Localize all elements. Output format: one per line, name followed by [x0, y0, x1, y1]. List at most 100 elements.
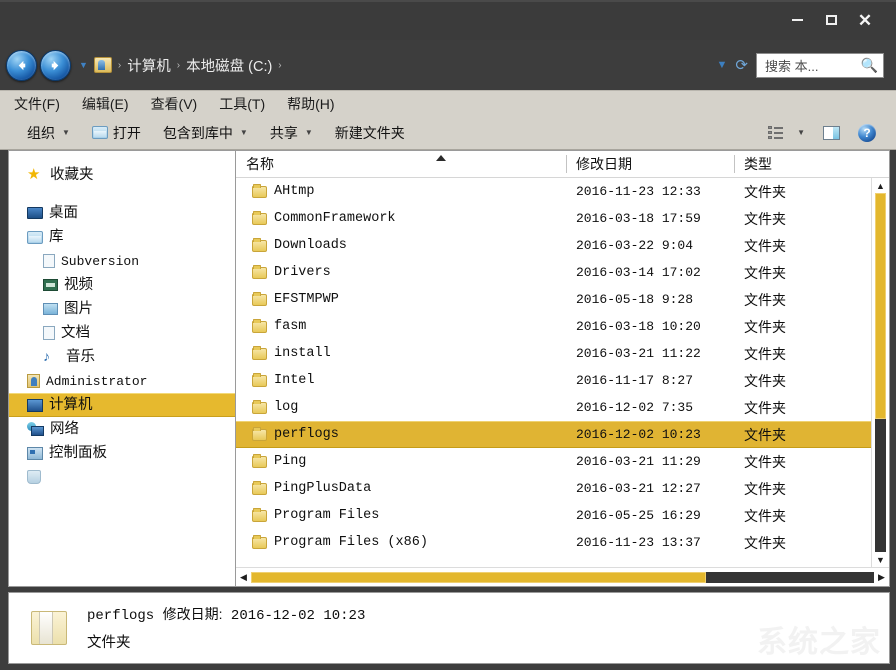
- table-row[interactable]: AHtmp2016-11-23 12:33文件夹: [236, 178, 889, 205]
- organize-button[interactable]: 组织 ▼: [16, 120, 81, 146]
- preview-pane-button[interactable]: [815, 120, 848, 146]
- column-header-name[interactable]: 名称: [236, 151, 566, 177]
- refresh-icon[interactable]: ⟳: [735, 56, 748, 74]
- folder-icon: [252, 213, 267, 225]
- history-dropdown-icon[interactable]: ▼: [79, 60, 88, 70]
- sidebar-item-视频[interactable]: 视频: [9, 273, 235, 297]
- address-bar-right: ▼ ⟳ 搜索 本... 🔍: [717, 53, 884, 78]
- recycle-bin-icon: [27, 470, 41, 484]
- chevron-down-icon[interactable]: ▼: [717, 59, 728, 71]
- file-type-cell: 文件夹: [734, 533, 889, 553]
- column-header-type[interactable]: 类型: [734, 151, 889, 177]
- sidebar-item-label: Subversion: [61, 255, 139, 268]
- sidebar-item-收藏夹[interactable]: ★收藏夹: [9, 163, 235, 187]
- new-folder-label: 新建文件夹: [335, 123, 405, 143]
- sidebar-item-桌面[interactable]: 桌面: [9, 201, 235, 225]
- window-body: ★收藏夹桌面库 Subversion 视频图片文档♪音乐Administrator计…: [0, 150, 896, 587]
- sidebar-item-label: 桌面: [49, 206, 78, 221]
- home-folder-icon: [94, 57, 112, 73]
- close-button[interactable]: ✕: [848, 7, 882, 33]
- sidebar-item-图片[interactable]: 图片: [9, 297, 235, 321]
- horizontal-scrollbar[interactable]: ◀ ▶: [236, 567, 889, 586]
- library-folder-icon: [27, 231, 43, 244]
- sidebar-item-文档[interactable]: 文档: [9, 321, 235, 345]
- table-row[interactable]: Drivers2016-03-14 17:02文件夹: [236, 259, 889, 286]
- table-row[interactable]: EFSTMPWP2016-05-18 9:28文件夹: [236, 286, 889, 313]
- file-name-cell: log: [236, 400, 566, 415]
- sidebar-item-音乐[interactable]: ♪音乐: [9, 345, 235, 369]
- tool-bar: 组织 ▼ 打开 包含到库中 ▼ 共享 ▼ 新建文件夹 ▼: [0, 116, 896, 150]
- search-input[interactable]: 搜索 本... 🔍: [756, 53, 884, 78]
- menu-item-help[interactable]: 帮助(H): [287, 94, 334, 114]
- breadcrumb-item-computer[interactable]: 计算机: [127, 55, 171, 76]
- column-header-date[interactable]: 修改日期: [566, 151, 734, 177]
- file-list-pane: 名称 修改日期 类型 AHtmp2016-11-23 12:33文件夹Commo…: [235, 150, 890, 587]
- breadcrumb[interactable]: › 计算机 › 本地磁盘 (C:) ›: [92, 50, 717, 80]
- file-type-cell: 文件夹: [734, 398, 889, 418]
- forward-button[interactable]: [40, 50, 71, 81]
- help-button[interactable]: ?: [852, 120, 882, 146]
- file-name-label: AHtmp: [274, 184, 315, 199]
- horizontal-scroll-thumb[interactable]: [251, 572, 706, 583]
- menu-item-edit[interactable]: 编辑(E): [82, 94, 129, 114]
- scroll-left-arrow-icon[interactable]: ◀: [236, 572, 251, 583]
- user-folder-icon: [27, 374, 40, 388]
- breadcrumb-separator-trailing[interactable]: ›: [274, 60, 285, 71]
- help-icon: ?: [858, 124, 876, 142]
- file-type-cell: 文件夹: [734, 209, 889, 229]
- sidebar-item-网络[interactable]: 网络: [9, 417, 235, 441]
- breadcrumb-item-local-disk[interactable]: 本地磁盘 (C:): [186, 55, 272, 76]
- table-row[interactable]: Downloads2016-03-22 9:04文件夹: [236, 232, 889, 259]
- minimize-button[interactable]: [780, 7, 814, 33]
- maximize-button[interactable]: [814, 7, 848, 33]
- back-button[interactable]: [6, 50, 37, 81]
- sidebar-item-label: 网络: [50, 422, 79, 437]
- vertical-scroll-track[interactable]: [875, 193, 886, 552]
- video-icon: [43, 279, 58, 291]
- horizontal-scroll-track[interactable]: [251, 572, 874, 583]
- table-row[interactable]: fasm2016-03-18 10:20文件夹: [236, 313, 889, 340]
- share-button[interactable]: 共享 ▼: [259, 120, 324, 146]
- table-row[interactable]: Ping2016-03-21 11:29文件夹: [236, 448, 889, 475]
- file-type-cell: 文件夹: [734, 479, 889, 499]
- vertical-scroll-thumb[interactable]: [875, 193, 886, 419]
- scroll-down-arrow-icon[interactable]: ▼: [876, 552, 885, 567]
- table-row[interactable]: log2016-12-02 7:35文件夹: [236, 394, 889, 421]
- file-type-cell: 文件夹: [734, 290, 889, 310]
- new-folder-button[interactable]: 新建文件夹: [324, 120, 416, 146]
- menu-item-tools[interactable]: 工具(T): [219, 94, 265, 114]
- table-row[interactable]: Program Files2016-05-25 16:29文件夹: [236, 502, 889, 529]
- table-row[interactable]: Program Files (x86)2016-11-23 13:37文件夹: [236, 529, 889, 556]
- vertical-scrollbar[interactable]: ▲ ▼: [871, 178, 889, 567]
- sidebar-item-subversion[interactable]: Subversion: [9, 249, 235, 273]
- file-type-cell: 文件夹: [734, 263, 889, 283]
- menu-item-view[interactable]: 查看(V): [151, 94, 198, 114]
- toolbar-right-group: ▼ ?: [762, 120, 886, 146]
- sidebar-item-库[interactable]: 库: [9, 225, 235, 249]
- column-headers: 名称 修改日期 类型: [236, 151, 889, 178]
- sidebar-item-label: 音乐: [66, 350, 95, 365]
- table-row[interactable]: Intel2016-11-17 8:27文件夹: [236, 367, 889, 394]
- scroll-right-arrow-icon[interactable]: ▶: [874, 572, 889, 583]
- table-row[interactable]: PingPlusData2016-03-21 12:27文件夹: [236, 475, 889, 502]
- sidebar-item-控制面板[interactable]: 控制面板: [9, 441, 235, 465]
- sidebar-item-administrator[interactable]: Administrator: [9, 369, 235, 393]
- table-row[interactable]: CommonFramework2016-03-18 17:59文件夹: [236, 205, 889, 232]
- sidebar-item-recycle-bin[interactable]: [9, 465, 235, 489]
- preview-pane-icon: [823, 126, 840, 140]
- menu-item-file[interactable]: 文件(F): [14, 94, 60, 114]
- change-view-button[interactable]: ▼: [762, 120, 811, 146]
- breadcrumb-separator: ›: [114, 60, 125, 71]
- table-row[interactable]: install2016-03-21 11:22文件夹: [236, 340, 889, 367]
- file-name-label: install: [274, 346, 331, 361]
- control-panel-icon: [27, 447, 43, 460]
- folder-icon: [252, 537, 267, 549]
- sidebar-item-计算机[interactable]: 计算机: [9, 393, 235, 417]
- scroll-up-arrow-icon[interactable]: ▲: [876, 178, 885, 193]
- file-rows-container: AHtmp2016-11-23 12:33文件夹CommonFramework2…: [236, 178, 889, 567]
- include-in-library-button[interactable]: 包含到库中 ▼: [152, 120, 259, 146]
- file-name-label: EFSTMPWP: [274, 292, 339, 307]
- column-header-type-label: 类型: [744, 154, 772, 174]
- open-button[interactable]: 打开: [81, 120, 152, 146]
- table-row[interactable]: perflogs2016-12-02 10:23文件夹: [236, 421, 889, 448]
